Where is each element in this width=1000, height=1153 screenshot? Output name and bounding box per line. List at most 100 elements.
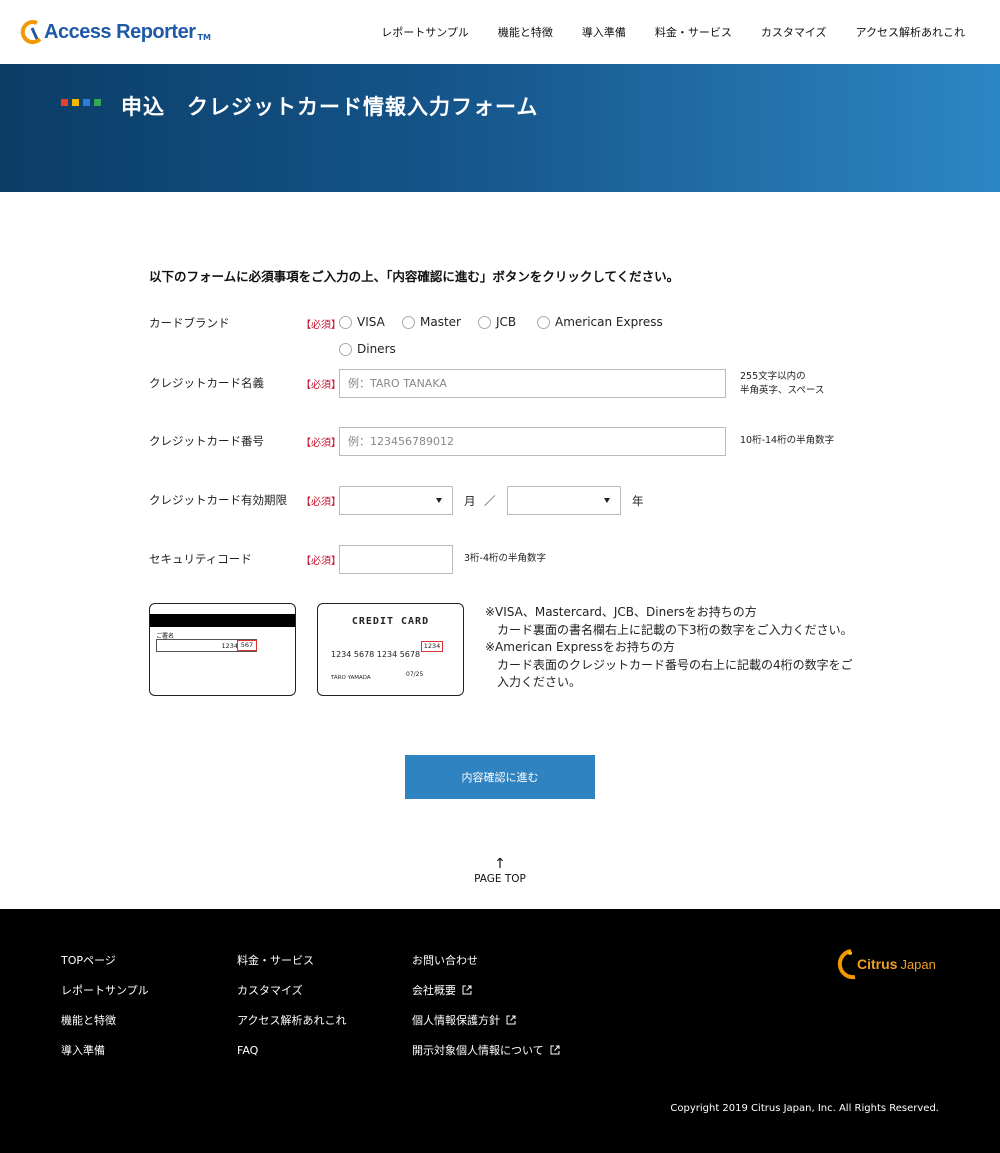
footer-link-features[interactable]: 機能と特徴	[61, 1005, 149, 1035]
back-security-code: 567	[237, 640, 257, 651]
footer-link-label: 会社概要	[412, 984, 456, 997]
dropdown-arrow-icon	[604, 498, 610, 503]
radio-label: JCB	[496, 315, 517, 329]
security-code-input[interactable]	[339, 545, 453, 574]
external-link-icon	[506, 1015, 516, 1025]
page-title: 申込 クレジットカード情報入力フォーム	[121, 95, 539, 119]
card-name-hint-line1: 255文字以内の	[740, 371, 806, 382]
citrus-japan-logo[interactable]: Citrus Japan	[835, 945, 936, 983]
radio-american-express[interactable]: American Express	[537, 315, 663, 329]
required-badge: 【必須】	[301, 320, 341, 331]
card-number-hint: 10桁-14桁の半角数字	[740, 435, 835, 446]
footer-link-setup[interactable]: 導入準備	[61, 1035, 149, 1065]
card-name-input[interactable]	[339, 369, 726, 398]
required-badge: 【必須】	[301, 497, 341, 508]
footer-link-contact[interactable]: お問い合わせ	[412, 945, 560, 975]
page-top-label: PAGE TOP	[474, 873, 526, 885]
hero-color-dots	[61, 99, 101, 106]
card-front-expiry: 07/25	[406, 671, 424, 678]
access-reporter-logo[interactable]: Access Reporter TM	[20, 16, 211, 48]
nav-customize[interactable]: カスタマイズ	[761, 24, 827, 40]
site-header: Access Reporter TM レポートサンプル 機能と特徴 導入準備 料…	[0, 0, 1000, 64]
card-front-illustration: CREDIT CARD 1234 1234 5678 1234 5678 TAR…	[317, 603, 464, 696]
footer-link-label: 個人情報保護方針	[412, 1014, 500, 1027]
card-front-number: 1234 5678 1234 5678	[331, 650, 421, 659]
logo-mark-icon	[20, 19, 42, 45]
proceed-to-confirm-button[interactable]: 内容確認に進む	[405, 755, 595, 799]
footer-link-analytics-tips[interactable]: アクセス解析あれこれ	[237, 1005, 346, 1035]
radio-label: VISA	[357, 315, 385, 329]
card-number-input[interactable]	[339, 427, 726, 456]
radio-circle[interactable]	[478, 315, 491, 329]
logo-text-reporter: Reporter	[116, 20, 196, 43]
japan-logo-text: Japan	[900, 956, 936, 972]
radio-label: Master	[420, 315, 461, 329]
nav-pricing[interactable]: 料金・サービス	[655, 24, 732, 40]
footer-link-faq[interactable]: FAQ	[237, 1035, 346, 1065]
page-top-link[interactable]: ↑ PAGE TOP	[450, 857, 550, 885]
expiry-year-select[interactable]	[507, 486, 621, 515]
nav-setup[interactable]: 導入準備	[582, 24, 626, 40]
external-link-icon	[462, 985, 472, 995]
note-line-4: カード表面のクレジットカード番号の右上に記載の4桁の数字をご入力ください。	[497, 657, 853, 690]
form-intro: 以下のフォームに必須事項をご入力の上、「内容確認に進む」ボタンをクリックしてくだ…	[149, 269, 680, 284]
radio-label: Diners	[357, 342, 396, 356]
global-nav: レポートサンプル 機能と特徴 導入準備 料金・サービス カスタマイズ アクセス解…	[352, 24, 965, 40]
footer-link-label: 開示対象個人情報について	[412, 1044, 544, 1057]
security-code-notes: ※VISA、Mastercard、JCB、Dinersをお持ちの方 カード裏面の…	[485, 604, 855, 692]
copyright: Copyright 2019 Citrus Japan, Inc. All Ri…	[670, 1103, 939, 1114]
card-front-title: CREDIT CARD	[351, 616, 430, 627]
footer-link-privacy-policy[interactable]: 個人情報保護方針	[412, 1005, 560, 1035]
arrow-up-icon: ↑	[494, 856, 506, 872]
magnetic-stripe	[150, 614, 295, 627]
signature-digits: 1234	[221, 642, 238, 650]
expiry-month-select[interactable]	[339, 486, 453, 515]
footer-column-2: 料金・サービス カスタマイズ アクセス解析あれこれ FAQ	[237, 945, 346, 1065]
footer-link-top[interactable]: TOPページ	[61, 945, 149, 975]
footer-column-1: TOPページ レポートサンプル 機能と特徴 導入準備	[61, 945, 149, 1065]
footer-link-customize[interactable]: カスタマイズ	[237, 975, 346, 1005]
note-line-1: ※VISA、Mastercard、JCB、Dinersをお持ちの方	[485, 605, 757, 619]
radio-visa[interactable]: VISA	[339, 315, 385, 329]
year-unit: 年	[632, 494, 644, 508]
dot-red	[61, 99, 68, 106]
nav-features[interactable]: 機能と特徴	[498, 24, 553, 40]
card-brand-label: カードブランド	[149, 316, 230, 330]
page-hero: 申込 クレジットカード情報入力フォーム	[0, 64, 1000, 192]
required-badge: 【必須】	[301, 438, 341, 449]
citrus-logo-text: Citrus	[857, 956, 898, 972]
front-security-code: 1234	[421, 641, 443, 652]
card-number-label: クレジットカード番号	[149, 434, 264, 448]
dropdown-arrow-icon	[436, 498, 442, 503]
card-name-hint: 255文字以内の 半角英字、スペース	[740, 370, 824, 398]
radio-jcb[interactable]: JCB	[478, 315, 516, 329]
nav-report-sample[interactable]: レポートサンプル	[381, 24, 469, 40]
security-code-hint: 3桁-4桁の半角数字	[464, 553, 547, 564]
note-line-3: ※American Expressをお持ちの方	[485, 640, 675, 654]
dot-yellow	[72, 99, 79, 106]
required-badge: 【必須】	[301, 556, 341, 567]
dot-green	[94, 99, 101, 106]
required-badge: 【必須】	[301, 380, 341, 391]
month-unit: 月	[464, 494, 476, 508]
radio-diners[interactable]: Diners	[339, 342, 396, 356]
logo-text-access: Access	[44, 20, 112, 43]
site-footer: TOPページ レポートサンプル 機能と特徴 導入準備 料金・サービス カスタマイ…	[0, 909, 1000, 1153]
footer-link-disclosure[interactable]: 開示対象個人情報について	[412, 1035, 560, 1065]
radio-circle[interactable]	[537, 315, 550, 329]
card-front-holder: TARO YAMADA	[331, 675, 371, 681]
footer-link-report-sample[interactable]: レポートサンプル	[61, 975, 149, 1005]
radio-master[interactable]: Master	[402, 315, 461, 329]
expiry-separator: ／	[484, 494, 496, 508]
radio-circle[interactable]	[339, 315, 352, 329]
logo-trademark: TM	[197, 33, 211, 42]
external-link-icon	[550, 1045, 560, 1055]
nav-analytics-tips[interactable]: アクセス解析あれこれ	[856, 24, 965, 40]
radio-label: American Express	[555, 315, 663, 329]
radio-circle[interactable]	[402, 315, 415, 329]
footer-link-company[interactable]: 会社概要	[412, 975, 560, 1005]
note-line-2: カード裏面の書名欄右上に記載の下3桁の数字をご入力ください。	[497, 622, 853, 637]
radio-circle[interactable]	[339, 342, 352, 356]
footer-link-pricing[interactable]: 料金・サービス	[237, 945, 346, 975]
footer-link-label: お問い合わせ	[412, 954, 478, 967]
